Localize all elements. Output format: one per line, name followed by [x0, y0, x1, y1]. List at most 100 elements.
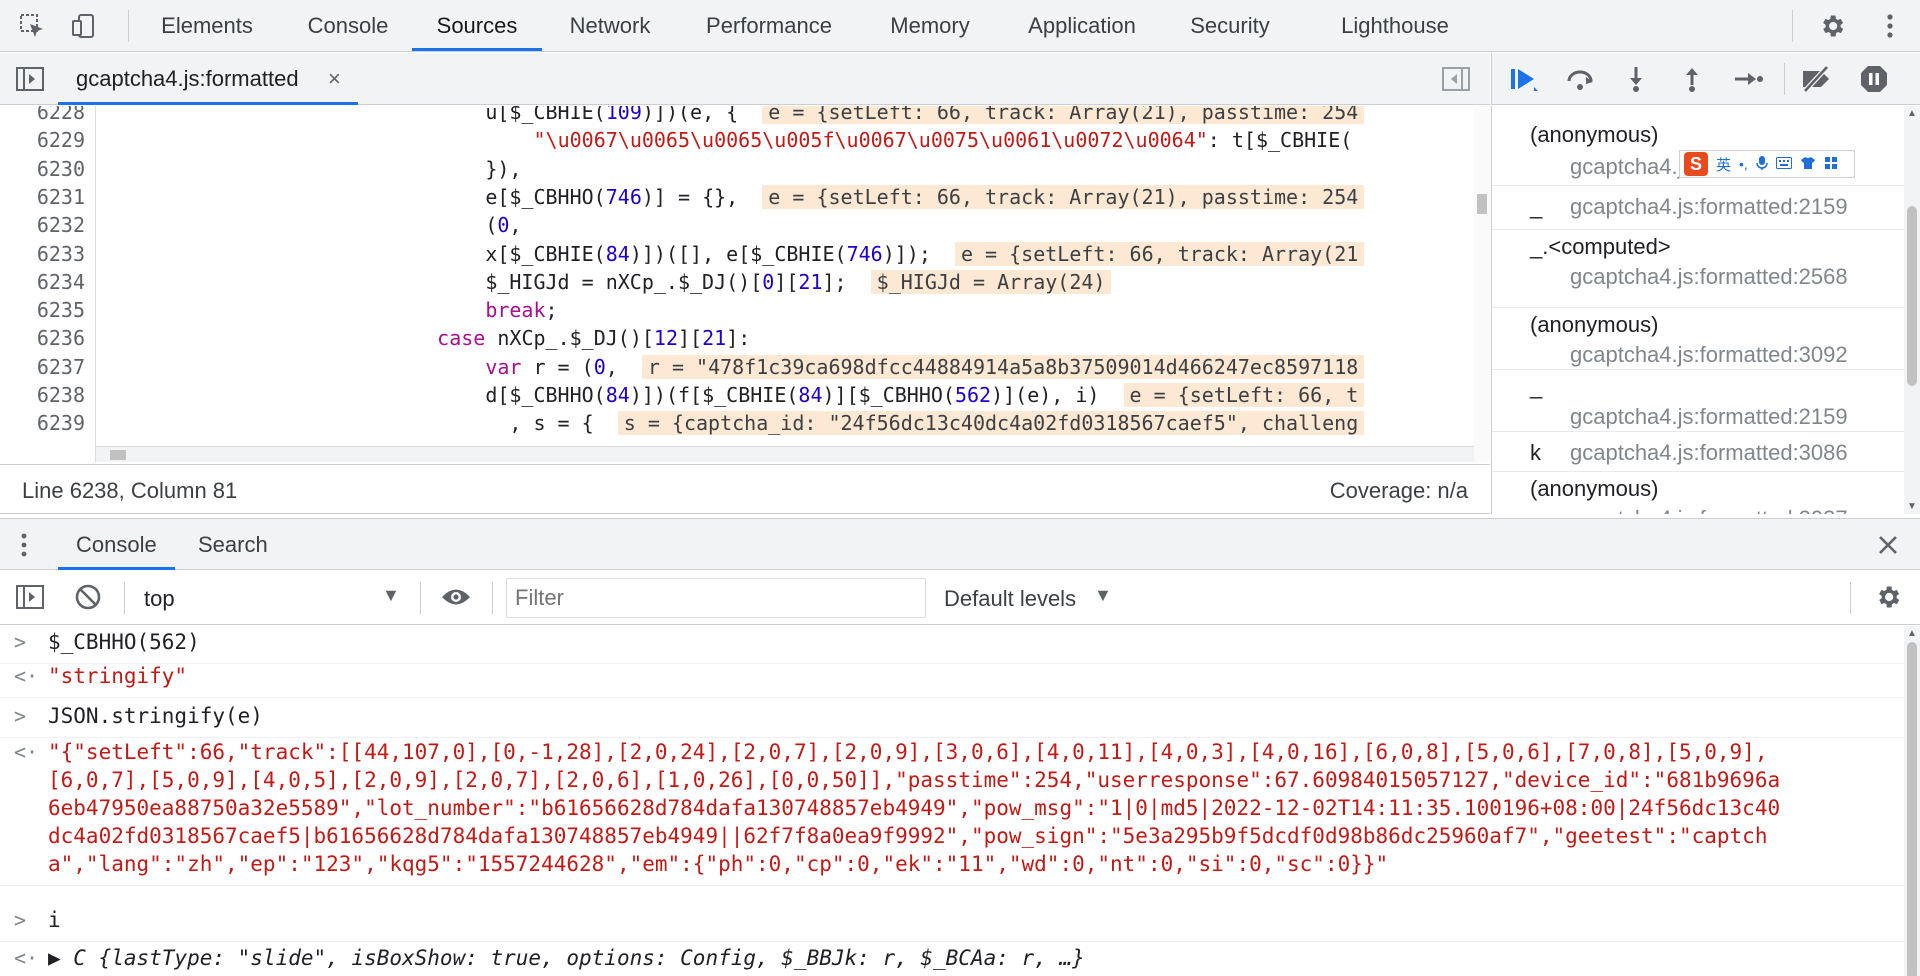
line-number[interactable]: 6239 [37, 411, 85, 435]
console-text: dc4a02fd0318567caef5|b61656628d784dafa13… [48, 824, 1768, 848]
tab-security[interactable]: Security [1164, 0, 1296, 51]
punctuation-icon[interactable]: •, [1739, 156, 1748, 172]
code-line[interactable]: d[$_CBHHO(84)])(f[$_CBHIE(84)][$_CBHHO(5… [100, 381, 1365, 409]
call-frame[interactable]: (anonymous) gcaptcha4.js:formatted:3092 [1492, 308, 1905, 370]
scroll-thumb[interactable] [110, 450, 126, 460]
code-line[interactable]: e[$_CBHHO(746)] = {}, e = {setLeft: 66, … [100, 183, 1365, 211]
file-tab-gcaptcha4[interactable]: gcaptcha4.js:formatted [58, 53, 358, 105]
line-number[interactable]: 6238 [37, 383, 85, 407]
code-line[interactable]: var r = (0, r = "478f1c39ca698dfcc448849… [100, 353, 1365, 381]
console-text: "{"setLeft":66,"track":[[44,107,0],[0,-1… [48, 740, 1768, 764]
clear-console-icon[interactable] [70, 579, 106, 615]
editor-vertical-scrollbar[interactable] [1474, 106, 1490, 462]
call-frame[interactable]: k gcaptcha4.js:formatted:3086 [1492, 432, 1905, 472]
scroll-up-arrow-icon[interactable]: ▲ [1907, 108, 1917, 119]
scroll-down-arrow-icon[interactable]: ▼ [1907, 501, 1917, 512]
scroll-thumb[interactable] [1907, 206, 1917, 386]
toolbox-grid-icon[interactable] [1824, 156, 1838, 173]
console-message-object[interactable]: <· ▶ C {lastType: "slide", isBoxShow: tru… [0, 942, 1904, 976]
code-line[interactable]: $_HIGJd = nXCp_.$_DJ()[0][21]; $_HIGJd =… [100, 268, 1112, 296]
tab-sources[interactable]: Sources [412, 0, 542, 51]
close-drawer-icon[interactable] [1870, 527, 1906, 563]
step-icon[interactable] [1730, 61, 1766, 97]
tab-memory[interactable]: Memory [862, 0, 998, 51]
step-over-icon[interactable] [1562, 61, 1598, 97]
call-frame[interactable]: _ gcaptcha4.js:formatted:2159 [1492, 186, 1905, 230]
line-number[interactable]: 6234 [37, 270, 85, 294]
call-frame[interactable]: (anonymous) gcaptcha4.js:formatted:2937 [1492, 472, 1905, 514]
console-messages[interactable]: > $_CBHHO(562) <· "stringify" > JSON.stringif… [0, 626, 1904, 976]
settings-gear-icon[interactable] [1814, 8, 1850, 44]
show-console-sidebar-icon[interactable] [12, 579, 48, 615]
device-toolbar-icon[interactable] [66, 8, 102, 44]
deactivate-breakpoints-icon[interactable] [1798, 61, 1834, 97]
toggle-navigator-icon[interactable] [12, 61, 48, 97]
tab-console[interactable]: Console [294, 0, 402, 51]
console-settings-gear-icon[interactable] [1870, 579, 1906, 615]
line-number[interactable]: 6231 [37, 185, 85, 209]
line-number[interactable]: 6235 [37, 298, 85, 322]
more-options-kebab-icon[interactable] [1872, 8, 1908, 44]
skin-shirt-icon[interactable] [1800, 156, 1816, 173]
code-line[interactable]: (0, [100, 211, 521, 239]
editor-horizontal-scrollbar[interactable] [96, 446, 1474, 462]
step-out-icon[interactable] [1674, 61, 1710, 97]
tab-performance[interactable]: Performance [678, 0, 860, 51]
live-expression-eye-icon[interactable] [438, 579, 474, 615]
line-number[interactable]: 6236 [37, 326, 85, 350]
call-frame-location[interactable]: gcaptcha4.js:formatted:2568 [1570, 264, 1848, 290]
call-frame-location[interactable]: gcaptcha4.js:formatted:3092 [1570, 342, 1848, 368]
ime-language[interactable]: 英 [1716, 154, 1731, 175]
line-number[interactable]: 6232 [37, 213, 85, 237]
toggle-debugger-icon[interactable] [1438, 61, 1474, 97]
tab-application[interactable]: Application [1002, 0, 1162, 51]
log-levels-dropdown[interactable]: Default levels ▼ [944, 571, 1124, 625]
code-line[interactable]: x[$_CBHIE(84)])([], e[$_CBHIE(746)]); e … [100, 240, 1365, 268]
prompt-chevron-icon: > [14, 908, 27, 932]
code-line[interactable]: "\u0067\u0065\u0065\u005f\u0067\u0075\u0… [100, 126, 1352, 154]
scroll-thumb[interactable] [1907, 642, 1917, 976]
inline-value-preview: s = {captcha_id: "24f56dc13c40dc4a02fd03… [617, 411, 1365, 436]
line-number[interactable]: 6230 [37, 157, 85, 181]
code-line[interactable]: break; [100, 296, 557, 324]
console-filter-input[interactable] [506, 578, 926, 618]
line-number[interactable]: 6229 [37, 128, 85, 152]
line-number[interactable]: 6233 [37, 242, 85, 266]
call-frame-location[interactable]: gcaptcha4.js:formatted:2159 [1570, 404, 1848, 430]
drawer-tab-console[interactable]: Console [58, 519, 175, 570]
call-frame-location[interactable]: gcaptcha4.js:formatted:2937 [1570, 506, 1848, 514]
code-line[interactable]: , s = { s = {captcha_id: "24f56dc13c40dc… [100, 409, 1365, 437]
resume-icon[interactable] [1506, 61, 1542, 97]
pause-on-exceptions-icon[interactable] [1856, 61, 1892, 97]
ime-toolbar[interactable]: S 英 •, [1679, 150, 1855, 178]
call-frame-location[interactable]: gcaptcha4.js:formatted:2159 [1570, 194, 1848, 220]
code-line[interactable]: }), [100, 155, 521, 183]
step-into-icon[interactable] [1618, 61, 1654, 97]
code-token: 0 [593, 354, 606, 379]
context-selector[interactable]: top ▼ [128, 571, 408, 625]
drawer-menu-kebab-icon[interactable] [14, 527, 34, 563]
code-editor[interactable]: 6228 6229 6230 6231 6232 6233 6234 6235 6236 6237… [0, 106, 1490, 462]
close-tab-icon[interactable]: × [328, 53, 341, 105]
scroll-thumb[interactable] [1477, 194, 1487, 214]
call-frame-location[interactable]: gcaptcha4.js:formatted:3086 [1570, 440, 1848, 466]
keyboard-icon[interactable] [1775, 156, 1792, 172]
call-frame[interactable]: _.<computed> gcaptcha4.js:formatted:2568 [1492, 230, 1905, 308]
console-text: [6,0,7],[5,0,9],[4,0,5],[2,0,9],[2,0,7],… [48, 768, 1781, 792]
scroll-up-arrow-icon[interactable]: ▲ [1907, 628, 1917, 639]
inline-value-preview: e = {setLeft: 66, track: Array(21), pass… [762, 184, 1365, 209]
code-line[interactable]: case nXCp_.$_DJ()[12][21]: [100, 324, 750, 352]
line-number[interactable]: 6228 [37, 106, 85, 124]
code-line[interactable]: u[$_CBHIE(109)])(e, { e = {setLeft: 66, … [100, 106, 1365, 126]
drawer-tab-search[interactable]: Search [198, 519, 268, 570]
microphone-icon[interactable] [1756, 155, 1768, 174]
console-vertical-scrollbar[interactable]: ▲ [1904, 626, 1920, 976]
call-frame[interactable]: _ gcaptcha4.js:formatted:2159 [1492, 370, 1905, 432]
call-stack-scrollbar[interactable]: ▲ ▼ [1904, 106, 1920, 514]
tab-elements[interactable]: Elements [132, 0, 282, 51]
inspect-element-icon[interactable] [14, 8, 50, 44]
tab-network[interactable]: Network [540, 0, 680, 51]
line-number[interactable]: 6237 [37, 355, 85, 379]
tab-lighthouse[interactable]: Lighthouse [1312, 0, 1478, 51]
